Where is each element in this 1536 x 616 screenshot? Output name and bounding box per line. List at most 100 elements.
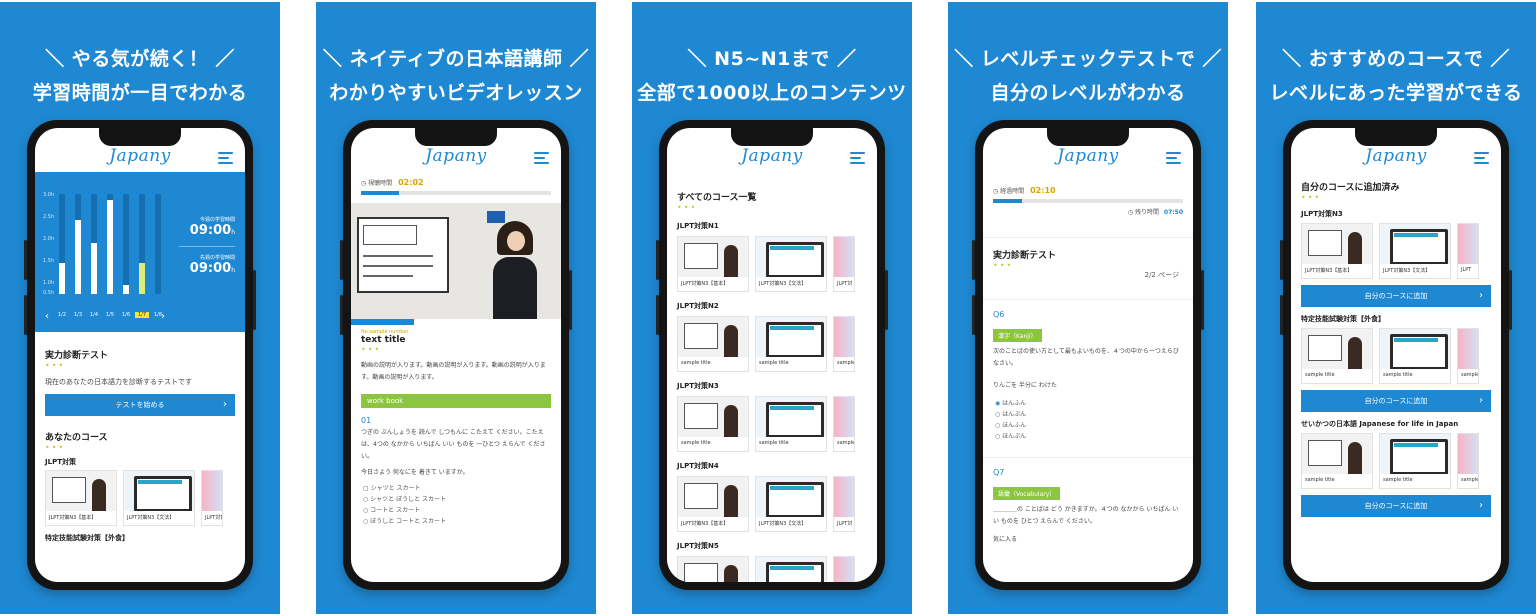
course-card[interactable] bbox=[755, 556, 827, 582]
title-dots: ••• bbox=[45, 361, 66, 370]
question-sentence: 気に入る bbox=[993, 536, 1018, 543]
start-test-button[interactable]: テストを始める › bbox=[45, 394, 235, 416]
chart-bar[interactable] bbox=[107, 200, 113, 294]
answer-option[interactable]: ◉ はんふん bbox=[983, 398, 1193, 409]
app-logo: Japany bbox=[1365, 146, 1427, 166]
add-to-my-courses-button[interactable]: 自分のコースに追加 › bbox=[1301, 285, 1491, 307]
hamburger-menu-icon[interactable] bbox=[1166, 152, 1181, 167]
answer-option[interactable]: ○ ほんぷん bbox=[983, 431, 1193, 442]
question-sentence: りんごを 半分に わけた bbox=[993, 382, 1057, 389]
course-card[interactable]: sample title bbox=[1301, 328, 1373, 384]
course-card[interactable]: sample title bbox=[755, 316, 827, 372]
question-number: Q6 bbox=[993, 310, 1005, 319]
y-tick-label: 0.5h bbox=[43, 290, 55, 296]
course-card[interactable]: JLPT bbox=[1457, 223, 1479, 279]
course-card[interactable]: sample bbox=[1457, 433, 1479, 489]
course-card[interactable]: JLPT対策N3【基本】 bbox=[1301, 223, 1373, 279]
course-card[interactable]: JLPT対策N3【基本】 bbox=[677, 236, 749, 292]
phone-mockup: Japany すべてのコース一覧 ••• JLPT対策N1 JLPT対策N3【基本… bbox=[656, 120, 888, 590]
course-thumbnail-image bbox=[678, 237, 748, 277]
question-category-tag: 語彙（Vocabulary） bbox=[993, 487, 1061, 500]
promo-panel-recommended: ＼ おすすめのコースで ／ レベルにあった学習ができる Japany 自分のコー… bbox=[1256, 2, 1536, 614]
chart-bar[interactable] bbox=[59, 263, 65, 294]
course-card[interactable]: sample title bbox=[755, 396, 827, 452]
course-card[interactable]: sample bbox=[1457, 328, 1479, 384]
add-to-my-courses-button[interactable]: 自分のコースに追加 › bbox=[1301, 390, 1491, 412]
course-card[interactable]: JLPT対策N3【文法】 bbox=[755, 476, 827, 532]
chart-bar[interactable] bbox=[123, 285, 129, 294]
y-tick-label: 2.0h bbox=[43, 236, 55, 242]
course-card[interactable]: sample title bbox=[677, 316, 749, 372]
next-course-group-title: 特定技能試験対策【外食】 bbox=[45, 534, 129, 542]
panel-headline: ＼ やる気が続く！ ／ 学習時間が一目でわかる bbox=[32, 48, 248, 104]
course-card[interactable] bbox=[677, 556, 749, 582]
app-logo: Japany bbox=[741, 146, 803, 166]
phone-screen: Japany すべてのコース一覧 ••• JLPT対策N1 JLPT対策N3【基本… bbox=[667, 128, 877, 582]
course-card[interactable]: JLPT対策N3【文法】 bbox=[123, 470, 195, 526]
course-card[interactable]: JLPT対策N3【基本】 bbox=[677, 476, 749, 532]
answer-option[interactable]: ○ コートと スカート bbox=[351, 505, 561, 516]
hamburger-menu-icon[interactable] bbox=[534, 152, 549, 167]
x-tick-label: 1/5 bbox=[105, 312, 115, 318]
phone-screen: Japany ◷ 視聴時間 02:02 No.sample number tex… bbox=[351, 128, 561, 582]
panel-headline: ＼ N5~N1まで ／ 全部で1000以上のコンテンツ bbox=[637, 48, 907, 104]
chart-bar[interactable] bbox=[75, 220, 81, 294]
clock-icon: ◷ bbox=[1127, 209, 1134, 216]
course-thumbnail-image bbox=[678, 477, 748, 517]
answer-option[interactable]: ▢ シャツと スカート bbox=[351, 483, 561, 494]
add-to-my-courses-button[interactable]: 自分のコースに追加 › bbox=[1301, 495, 1491, 517]
course-card[interactable]: sample title bbox=[1379, 433, 1451, 489]
course-card[interactable]: JLPT対策 bbox=[201, 470, 223, 526]
course-thumbnail-row: sample title sample title sample bbox=[667, 396, 877, 452]
course-card[interactable]: JLPT対 bbox=[833, 236, 855, 292]
x-tick-label: 1/4 bbox=[89, 312, 99, 318]
hamburger-menu-icon[interactable] bbox=[1474, 152, 1489, 167]
hamburger-menu-icon[interactable] bbox=[218, 152, 233, 167]
question-category-tag: 漢字（Kanji） bbox=[993, 329, 1042, 342]
answer-option[interactable]: ○ ぼうしと コートと スカート bbox=[351, 516, 561, 527]
answer-option[interactable]: ○ ほんふん bbox=[983, 420, 1193, 431]
y-tick-label: 1.5h bbox=[43, 258, 55, 264]
course-card[interactable]: sample title bbox=[677, 396, 749, 452]
chevron-left-icon[interactable]: ‹ bbox=[45, 311, 49, 322]
course-thumbnail-image bbox=[1302, 224, 1372, 264]
test-title: 実力診断テスト bbox=[993, 251, 1057, 261]
course-thumbnail-image bbox=[1302, 434, 1372, 474]
course-thumbnail-image bbox=[124, 471, 194, 511]
course-group-title: 特定技能試験対策【外食】 bbox=[1301, 315, 1385, 323]
course-card[interactable]: sample title bbox=[1379, 328, 1451, 384]
video-description: 動画の説明が入ります。動画の説明が入ります。動画の説明が入ります。動画の説明が入… bbox=[361, 362, 546, 381]
phone-screen: Japany 3.0h 2.5h 2.0h 1.5h 1.0h 0.5h 1/2… bbox=[35, 128, 245, 582]
chart-bar[interactable] bbox=[139, 263, 145, 294]
course-card[interactable] bbox=[833, 556, 855, 582]
course-card[interactable]: sample title bbox=[1301, 433, 1373, 489]
course-group-title: JLPT対策 bbox=[45, 458, 76, 466]
course-card[interactable]: JLPT対 bbox=[833, 476, 855, 532]
course-thumbnail-image bbox=[756, 397, 826, 437]
y-tick-label: 1.0h bbox=[43, 280, 55, 286]
course-thumbnail-image bbox=[834, 477, 854, 517]
video-player[interactable] bbox=[351, 203, 561, 319]
chart-bar[interactable] bbox=[91, 243, 97, 294]
course-card[interactable]: sample bbox=[833, 396, 855, 452]
app-logo: Japany bbox=[1057, 146, 1119, 166]
y-tick-label: 3.0h bbox=[43, 192, 55, 198]
answer-option[interactable]: ○ はんぷん bbox=[983, 409, 1193, 420]
course-thumbnail-row: JLPT対策N3【基本】 JLPT対策N3【文法】 JLPT対 bbox=[667, 476, 877, 532]
course-thumbnail-image bbox=[1380, 329, 1450, 369]
course-card[interactable]: sample bbox=[833, 316, 855, 372]
answer-option[interactable]: ○ シャツと ぼうしと スカート bbox=[351, 494, 561, 505]
course-thumbnail-image bbox=[1380, 224, 1450, 264]
chevron-right-icon: › bbox=[1479, 290, 1483, 301]
course-card[interactable]: JLPT対策N3【文法】 bbox=[1379, 223, 1451, 279]
chevron-right-icon: › bbox=[223, 399, 227, 410]
title-dots: ••• bbox=[677, 203, 698, 212]
question-subtext: 今日さよう 何なにを 着きて いますか。 bbox=[361, 469, 469, 476]
course-card[interactable]: JLPT対策N3【基本】 bbox=[45, 470, 117, 526]
chevron-right-icon[interactable]: › bbox=[161, 311, 165, 322]
phone-mockup: Japany ◷ 視聴時間 02:02 No.sample number tex… bbox=[340, 120, 572, 590]
course-thumbnail-row: JLPT対策N3【基本】 JLPT対策N3【文法】 JLPT bbox=[1291, 223, 1501, 279]
course-card[interactable]: JLPT対策N3【文法】 bbox=[755, 236, 827, 292]
course-thumbnail-image bbox=[834, 237, 854, 277]
hamburger-menu-icon[interactable] bbox=[850, 152, 865, 167]
